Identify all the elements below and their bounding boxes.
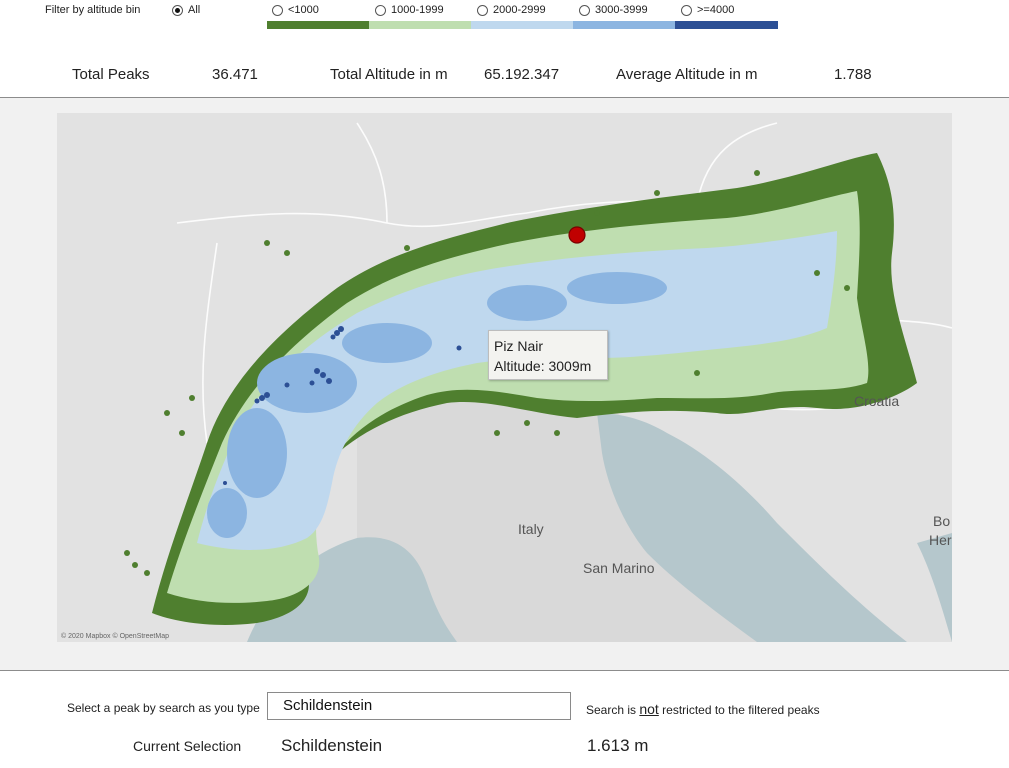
legend-swatch-1000-1999 xyxy=(369,21,471,29)
current-selection-altitude: 1.613 m xyxy=(587,736,649,755)
radio-circle[interactable] xyxy=(375,4,386,16)
peak-search-input[interactable]: Schildenstein xyxy=(267,692,571,720)
map-label-her: Her xyxy=(929,532,952,548)
radio-lt1000[interactable]: <1000 xyxy=(272,4,319,16)
radio-circle-selected[interactable] xyxy=(172,4,183,16)
peak-tooltip: Piz Nair Altitude: 3009m xyxy=(488,330,608,380)
radio-label-lt1000: <1000 xyxy=(288,4,319,16)
current-selection-label: Current Selection xyxy=(133,738,242,754)
radio-circle[interactable] xyxy=(272,4,283,16)
radio-label-all: All xyxy=(188,4,201,16)
radio-gte4000[interactable]: >=4000 xyxy=(681,4,734,16)
radio-label-1000-1999: 1000-1999 xyxy=(391,4,444,16)
kpi-average-altitude-label: Average Altitude in m xyxy=(616,66,758,83)
search-note-suffix: restricted to the filtered peaks xyxy=(658,703,820,717)
current-selection-name: Schildenstein xyxy=(281,736,383,755)
kpi-total-peaks-label: Total Peaks xyxy=(72,66,150,83)
radio-all[interactable]: All xyxy=(172,4,200,16)
tooltip-peak-altitude: Altitude: 3009m xyxy=(494,358,592,374)
search-note: Search is not restricted to the filtered… xyxy=(586,701,820,717)
search-note-prefix: Search is xyxy=(586,703,640,717)
radio-1000-1999[interactable]: 1000-1999 xyxy=(375,4,444,16)
map-label-croatia: Croatia xyxy=(854,393,900,409)
map-label-italy: Italy xyxy=(518,521,544,537)
kpi-total-altitude-value: 65.192.347 xyxy=(484,66,560,83)
radio-circle[interactable] xyxy=(579,4,590,16)
tooltip-peak-name: Piz Nair xyxy=(494,338,544,354)
search-label: Select a peak by search as you type xyxy=(67,701,260,715)
legend-swatch-2000-2999 xyxy=(471,21,573,29)
map-label-san-marino: San Marino xyxy=(583,560,655,576)
filter-label: Filter by altitude bin xyxy=(45,4,141,16)
radio-circle[interactable] xyxy=(681,4,692,16)
kpi-total-peaks-value: 36.471 xyxy=(212,66,258,83)
legend-swatch-3000-3999 xyxy=(573,21,675,29)
selected-peak-marker[interactable] xyxy=(568,226,586,244)
radio-label-gte4000: >=4000 xyxy=(697,4,735,16)
legend-swatch-lt1000 xyxy=(267,21,369,29)
radio-2000-2999[interactable]: 2000-2999 xyxy=(477,4,546,16)
kpi-total-altitude-label: Total Altitude in m xyxy=(330,66,448,83)
radio-circle[interactable] xyxy=(477,4,488,16)
search-note-emphasis: not xyxy=(639,701,659,717)
radio-label-2000-2999: 2000-2999 xyxy=(493,4,546,16)
kpi-average-altitude-value: 1.788 xyxy=(834,66,872,83)
radio-3000-3999[interactable]: 3000-3999 xyxy=(579,4,648,16)
divider-bottom xyxy=(0,670,1009,671)
map-label-bo: Bo xyxy=(933,513,951,529)
radio-label-3000-3999: 3000-3999 xyxy=(595,4,648,16)
legend-swatch-gte4000 xyxy=(675,21,778,29)
map-credit: © 2020 Mapbox © OpenStreetMap xyxy=(61,633,169,640)
